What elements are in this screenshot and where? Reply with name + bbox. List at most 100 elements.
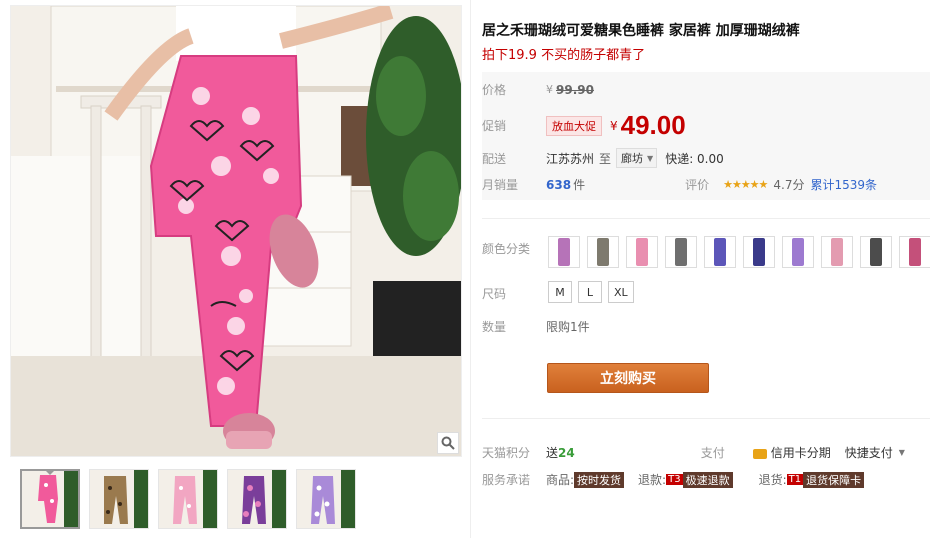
quick-pay-link[interactable]: 快捷支付 — [845, 444, 893, 461]
color-swatch-image — [909, 238, 921, 266]
size-row: 尺码 — [482, 285, 546, 302]
points-payment-row: 天猫积分 送 24 支付 信用卡分期 快捷支付 ▼ — [482, 444, 905, 461]
color-swatch-image — [636, 238, 648, 266]
color-swatch-5[interactable] — [704, 236, 736, 268]
chevron-down-icon[interactable]: ▼ — [899, 448, 905, 457]
return-code-badge: T1 — [786, 474, 804, 485]
magnifier-icon — [441, 436, 455, 450]
payment-label: 支付 — [700, 446, 725, 460]
color-swatch-image — [675, 238, 687, 266]
refund-code-badge: T3 — [666, 474, 683, 485]
chevron-down-icon: ▼ — [647, 153, 654, 163]
sales-label: 月销量 — [482, 178, 519, 192]
ship-from: 江苏苏州 — [546, 151, 595, 166]
thumbnail-4-image — [228, 470, 286, 528]
points-amount: 24 — [558, 445, 575, 460]
thumbnail-2[interactable] — [89, 469, 149, 529]
fast-refund-badge[interactable]: 极速退款 — [682, 471, 733, 488]
promo-tag: 放血大促 — [546, 115, 602, 136]
promo-row: 促销 放血大促 ¥ 49.00 — [482, 110, 686, 141]
thumbnail-5-image — [297, 470, 355, 528]
thumbnail-3[interactable] — [158, 469, 218, 529]
credit-installment-link[interactable]: 信用卡分期 — [771, 444, 831, 461]
thumbnail-strip — [20, 469, 356, 529]
thumbnail-1-image — [22, 471, 78, 527]
rating-score: 4.7分 — [773, 178, 805, 192]
promo-price: 49.00 — [620, 110, 686, 140]
express-fee: 快递: 0.00 — [665, 151, 724, 166]
color-swatch-1[interactable] — [548, 236, 580, 268]
size-option-list: M L XL — [548, 281, 634, 303]
promo-label: 促销 — [482, 119, 507, 133]
rating-label: 评价 — [685, 178, 710, 192]
product-detail-panel: 居之禾珊瑚绒可爱糖果色睡裤 家居裤 加厚珊瑚绒裤 拍下19.9 不买的肠子都青了… — [482, 0, 930, 538]
color-swatch-4[interactable] — [665, 236, 697, 268]
color-swatch-image — [558, 238, 570, 266]
thumbnail-4[interactable] — [227, 469, 287, 529]
color-swatch-image — [870, 238, 882, 266]
color-swatch-image — [831, 238, 843, 266]
buy-now-button[interactable]: 立刻购买 — [547, 363, 709, 393]
return-guarantee-badge[interactable]: 退货保障卡 — [803, 471, 865, 488]
currency-symbol: ¥ — [546, 83, 553, 96]
destination-select[interactable]: 廊坊 ▼ — [616, 148, 658, 168]
rating-stars-icon: ★★★★★ — [723, 178, 768, 191]
color-swatch-image — [753, 238, 765, 266]
promo-currency-symbol: ¥ — [610, 118, 618, 133]
shipping-row: 配送 江苏苏州 至 廊坊 ▼ 快递: 0.00 — [482, 148, 724, 168]
sales-unit: 件 — [573, 178, 586, 192]
divider — [482, 418, 930, 419]
thumbnail-2-image — [90, 470, 148, 528]
product-gallery — [10, 5, 462, 533]
goods-label: 商品: — [546, 473, 575, 487]
credit-card-icon — [752, 448, 767, 459]
divider — [482, 218, 930, 219]
to-word: 至 — [599, 151, 612, 166]
return-label: 退货: — [758, 473, 787, 487]
color-label: 颜色分类 — [482, 242, 531, 256]
service-label: 服务承诺 — [482, 473, 531, 487]
price-panel: 价格 ¥ 99.90 促销 放血大促 ¥ 49.00 配送 江苏苏州 至 廊坊 … — [482, 72, 930, 200]
destination-value: 廊坊 — [621, 152, 644, 165]
original-price: 99.90 — [556, 82, 594, 97]
color-swatch-3[interactable] — [626, 236, 658, 268]
main-product-photo[interactable] — [10, 5, 462, 457]
size-option-l[interactable]: L — [578, 281, 602, 303]
color-swatch-list — [548, 236, 930, 268]
price-row: 价格 ¥ 99.90 — [482, 81, 594, 98]
color-row: 颜色分类 — [482, 240, 546, 257]
size-label: 尺码 — [482, 287, 507, 301]
color-swatch-2[interactable] — [587, 236, 619, 268]
thumbnail-3-image — [159, 470, 217, 528]
size-option-m[interactable]: M — [548, 281, 572, 303]
product-title: 居之禾珊瑚绒可爱糖果色睡裤 家居裤 加厚珊瑚绒裤 — [482, 23, 800, 39]
on-time-delivery-badge[interactable]: 按时发货 — [574, 471, 625, 488]
tmall-points-label: 天猫积分 — [482, 446, 531, 460]
color-swatch-image — [714, 238, 726, 266]
rating-total-link[interactable]: 累计1539条 — [811, 176, 878, 193]
service-row: 服务承诺 商品: 按时发货 退款: T3 极速退款 退货: T1 退货保障卡 — [482, 471, 865, 488]
quantity-row: 数量 限购1件 — [482, 318, 590, 335]
color-swatch-image — [597, 238, 609, 266]
thumbnail-5[interactable] — [296, 469, 356, 529]
size-option-xl[interactable]: XL — [608, 281, 634, 303]
panel-divider — [470, 0, 471, 538]
sales-count: 638 — [546, 177, 572, 192]
color-swatch-image — [792, 238, 804, 266]
sales-row: 月销量 638 件 评价 ★★★★★ 4.7分 累计1539条 — [482, 176, 877, 193]
color-swatch-10[interactable] — [899, 236, 930, 268]
thumbnail-1[interactable] — [20, 469, 80, 529]
refund-label: 退款: — [638, 473, 667, 487]
zoom-button[interactable] — [437, 432, 459, 454]
product-photo-illustration — [11, 6, 461, 456]
quantity-label: 数量 — [482, 320, 507, 334]
quantity-limit: 限购1件 — [546, 320, 590, 334]
points-send-word: 送 — [546, 446, 559, 460]
color-swatch-6[interactable] — [743, 236, 775, 268]
price-label: 价格 — [482, 83, 507, 97]
product-subtitle: 拍下19.9 不买的肠子都青了 — [482, 48, 646, 63]
color-swatch-7[interactable] — [782, 236, 814, 268]
color-swatch-9[interactable] — [860, 236, 892, 268]
shipping-label: 配送 — [482, 151, 507, 166]
color-swatch-8[interactable] — [821, 236, 853, 268]
